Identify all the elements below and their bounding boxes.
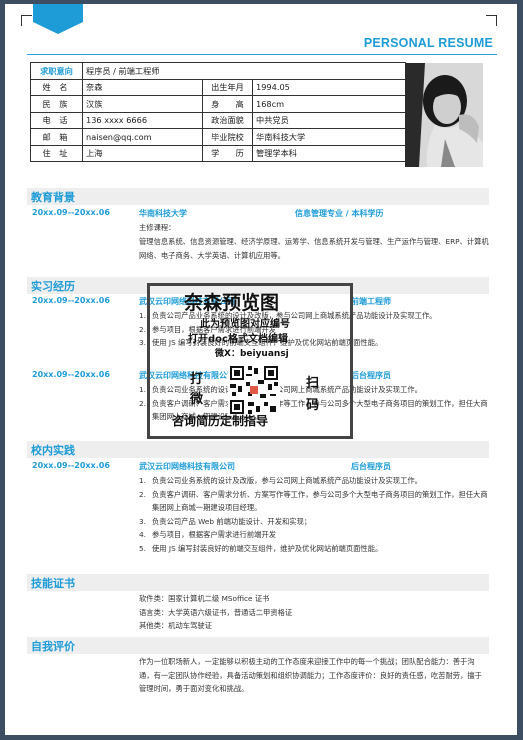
info-label: 电 话 [30, 111, 83, 129]
info-label: 姓 名 [30, 78, 83, 96]
campus-role: 后台程序员 [351, 462, 391, 471]
evaluation-text: 作为一位职场新人，一定能够以积极主动的工作态度来迎接工作中的每一个挑战；团队配合… [139, 657, 482, 693]
info-value: 1994.05 [252, 78, 406, 96]
list-item: 5. 使用 JS 编写封装良好的前端交互组件，维护及优化网站前端页面性能。 [139, 543, 383, 553]
section-title: 技能证书 [31, 577, 75, 590]
watermark-footer: 咨询简历定制指导 [172, 414, 269, 428]
info-label: 毕业院校 [202, 128, 253, 146]
list-item: 4. 参与项目，根据客户需求进行前端开发 [139, 530, 277, 539]
watermark-line2: 打开doc格式文档编辑 [188, 334, 288, 345]
watermark-title: 奈森预览图 [184, 292, 280, 314]
info-label: 民 族 [30, 95, 83, 113]
bottom-border [0, 735, 523, 740]
corner-bracket-right [486, 15, 497, 26]
watermark-scan-left2: 微 [190, 392, 204, 407]
info-label: 住 址 [30, 144, 83, 162]
info-label: 出生年月 [202, 78, 253, 96]
info-value: 奈森 [82, 78, 203, 96]
edu-courses: 管理信息系统、信息资源管理、经济学原理、运筹学、信息系统开发与管理、生产运作与管… [139, 237, 489, 260]
section-skills-header: 技能证书 [27, 574, 489, 591]
title-divider [27, 54, 497, 55]
info-value: 汉族 [82, 95, 203, 113]
job-intent-value: 程序员 / 前端工程师 [82, 62, 406, 80]
info-value: 华南科技大学 [252, 128, 406, 146]
watermark-scan-right: 扫 [306, 376, 320, 391]
info-label: 学 历 [202, 144, 253, 162]
section-evaluation-header: 自我评价 [27, 637, 489, 654]
campus-date: 20xx.09--20xx.06 [32, 461, 110, 470]
campus-company: 武汉云印网络科技有限公司 [139, 462, 235, 471]
personal-info-table: 求职意向 程序员 / 前端工程师 姓 名 奈森 出生年月 1994.05 民 族… [30, 62, 406, 162]
watermark-scan-left: 打 [190, 372, 204, 387]
qr-code [228, 364, 280, 416]
job1-date: 20xx.09--20xx.06 [32, 296, 110, 305]
edu-date: 20xx.09--20xx.06 [32, 208, 110, 217]
info-value: 168cm [252, 95, 406, 113]
info-value: 上海 [82, 144, 203, 162]
skill-line: 语言类：大学英语六级证书，普通话二甲资格证 [139, 607, 293, 617]
job1-role: 前端工程师 [351, 297, 391, 306]
info-value: 136 xxxx 6666 [82, 111, 203, 129]
info-value: 中共党员 [252, 111, 406, 129]
corner-bracket-left [21, 15, 32, 26]
skill-line: 软件类：国家计算机二级 MSoffice 证书 [139, 594, 270, 603]
watermark-wechat: 微X：beiyuansj [215, 349, 289, 359]
list-item: 1. 负责公司业务系统的设计及改版，参与公司网上商城系统产品功能设计及实现工作。 [139, 476, 422, 485]
job-intent-label: 求职意向 [30, 62, 83, 80]
job2-role: 后台程序员 [351, 371, 391, 380]
info-label: 邮 箱 [30, 128, 83, 146]
info-label: 身 高 [202, 95, 253, 113]
skills-list: 软件类：国家计算机二级 MSoffice 证书 语言类：大学英语六级证书，普通话… [139, 592, 489, 633]
info-label: 政治面貌 [202, 111, 253, 129]
edu-school: 华南科技大学 [139, 209, 187, 218]
section-title: 校内实践 [31, 444, 75, 457]
corner-ribbon [33, 4, 83, 34]
list-item: 3. 负责公司产品 Web 前端功能设计、开发和实现； [139, 516, 312, 526]
section-campus-header: 校内实践 [27, 441, 489, 458]
profile-photo [405, 63, 483, 167]
info-value: 管理学本科 [252, 144, 406, 162]
section-title: 实习经历 [31, 280, 75, 293]
campus-duties: 1. 负责公司业务系统的设计及改版，参与公司网上商城系统产品功能设计及实现工作。 … [139, 474, 489, 555]
info-value: naisen@qq.com [82, 128, 203, 146]
section-education-header: 教育背景 [27, 188, 489, 205]
skill-line: 其他类：机动车驾驶证 [139, 621, 212, 630]
watermark-line1: 此为预览图对应编号 [200, 319, 290, 330]
list-item: 2. 负责客户调研、客户需求分析、方案写作等工作，参与公司多个大型电子商务项目的策… [139, 489, 488, 513]
edu-course-label: 主修课程： [139, 223, 176, 232]
job2-date: 20xx.09--20xx.06 [32, 370, 110, 379]
resume-title: PERSONAL RESUME [363, 36, 493, 50]
section-title: 教育背景 [31, 191, 75, 204]
section-title: 自我评价 [31, 640, 75, 653]
watermark-scan-right2: 码 [306, 398, 320, 413]
edu-major: 信息管理专业 / 本科学历 [295, 209, 384, 218]
